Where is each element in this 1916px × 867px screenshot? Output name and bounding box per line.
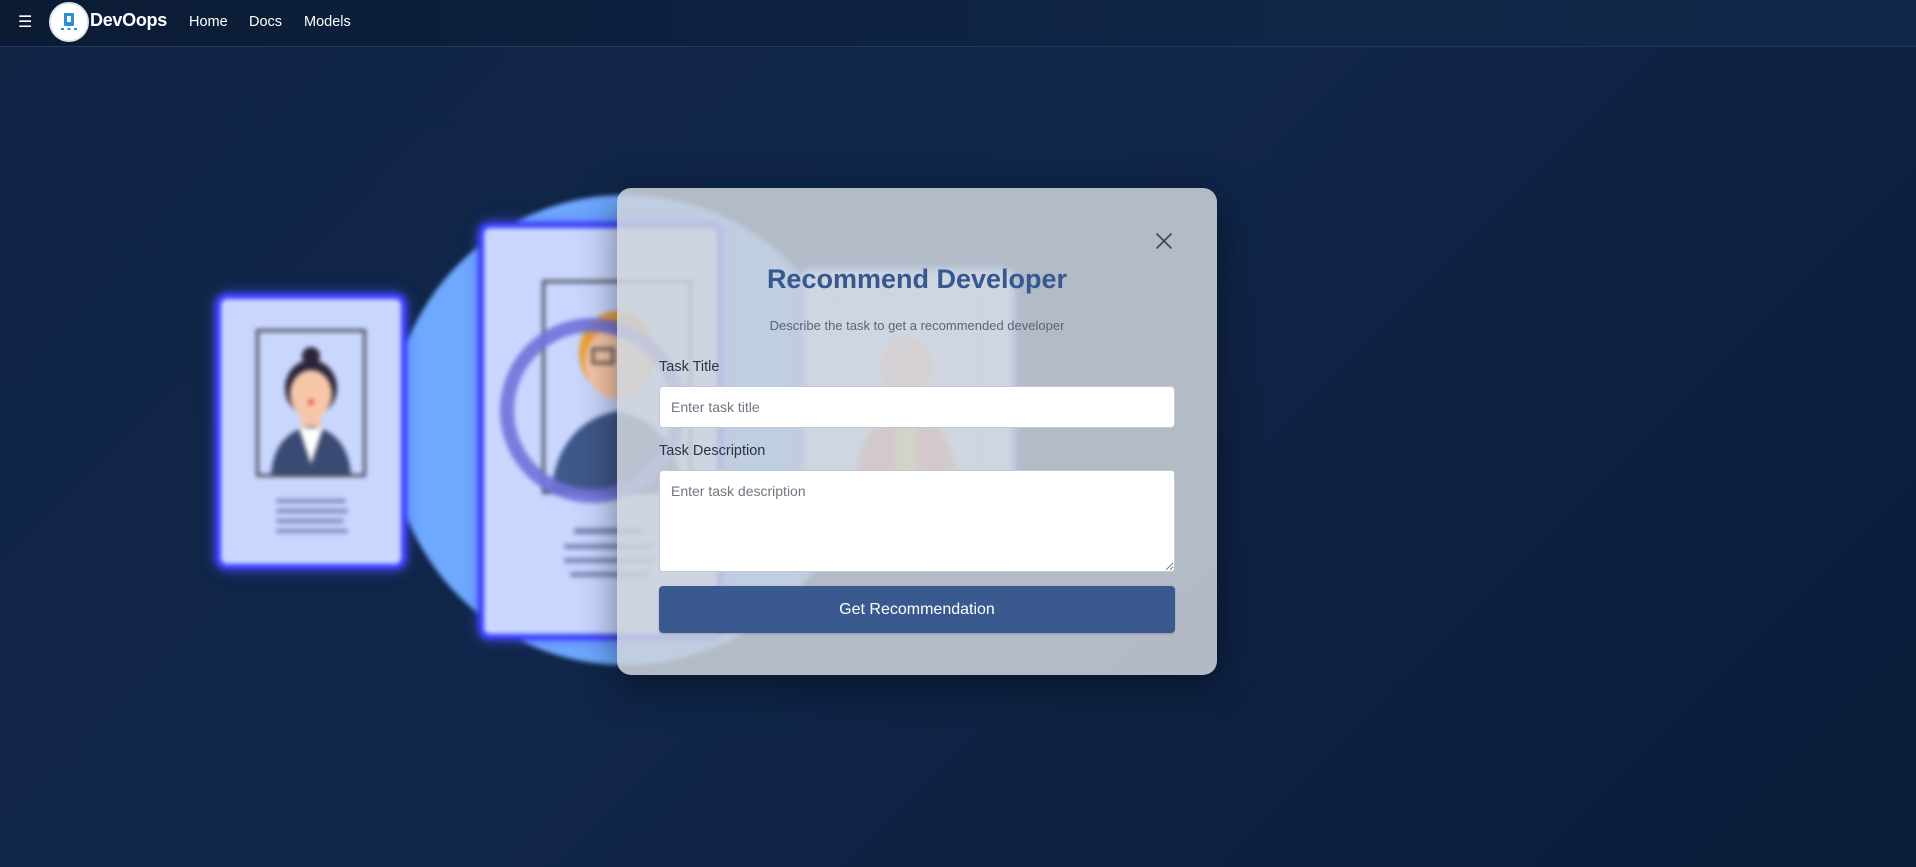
text-line — [276, 509, 348, 513]
top-navbar: ☰ DevOops Home Docs Models — [0, 0, 1916, 47]
task-title-label: Task Title — [659, 359, 720, 375]
logo-icon — [61, 13, 77, 30]
text-line — [276, 519, 344, 523]
close-icon — [1156, 233, 1172, 249]
task-description-textarea[interactable] — [659, 470, 1175, 572]
text-line — [276, 529, 348, 533]
get-recommendation-button[interactable]: Get Recommendation — [659, 586, 1175, 633]
modal-subtitle: Describe the task to get a recommended d… — [769, 318, 1065, 333]
brand-name[interactable]: DevOops — [90, 10, 167, 31]
task-title-input[interactable] — [659, 386, 1175, 428]
nav-link-home[interactable]: Home — [189, 14, 228, 30]
nav-link-models[interactable]: Models — [304, 14, 351, 30]
modal-title: Recommend Developer — [766, 264, 1068, 294]
hamburger-icon[interactable]: ☰ — [18, 12, 32, 32]
woman-avatar-icon — [259, 332, 363, 474]
text-line — [276, 499, 346, 503]
profile-card-left — [215, 293, 407, 570]
close-button[interactable] — [1152, 229, 1176, 253]
profile-photo — [256, 329, 366, 477]
task-description-label: Task Description — [659, 443, 766, 459]
devoops-logo[interactable] — [49, 2, 89, 42]
nav-link-docs[interactable]: Docs — [249, 14, 282, 30]
